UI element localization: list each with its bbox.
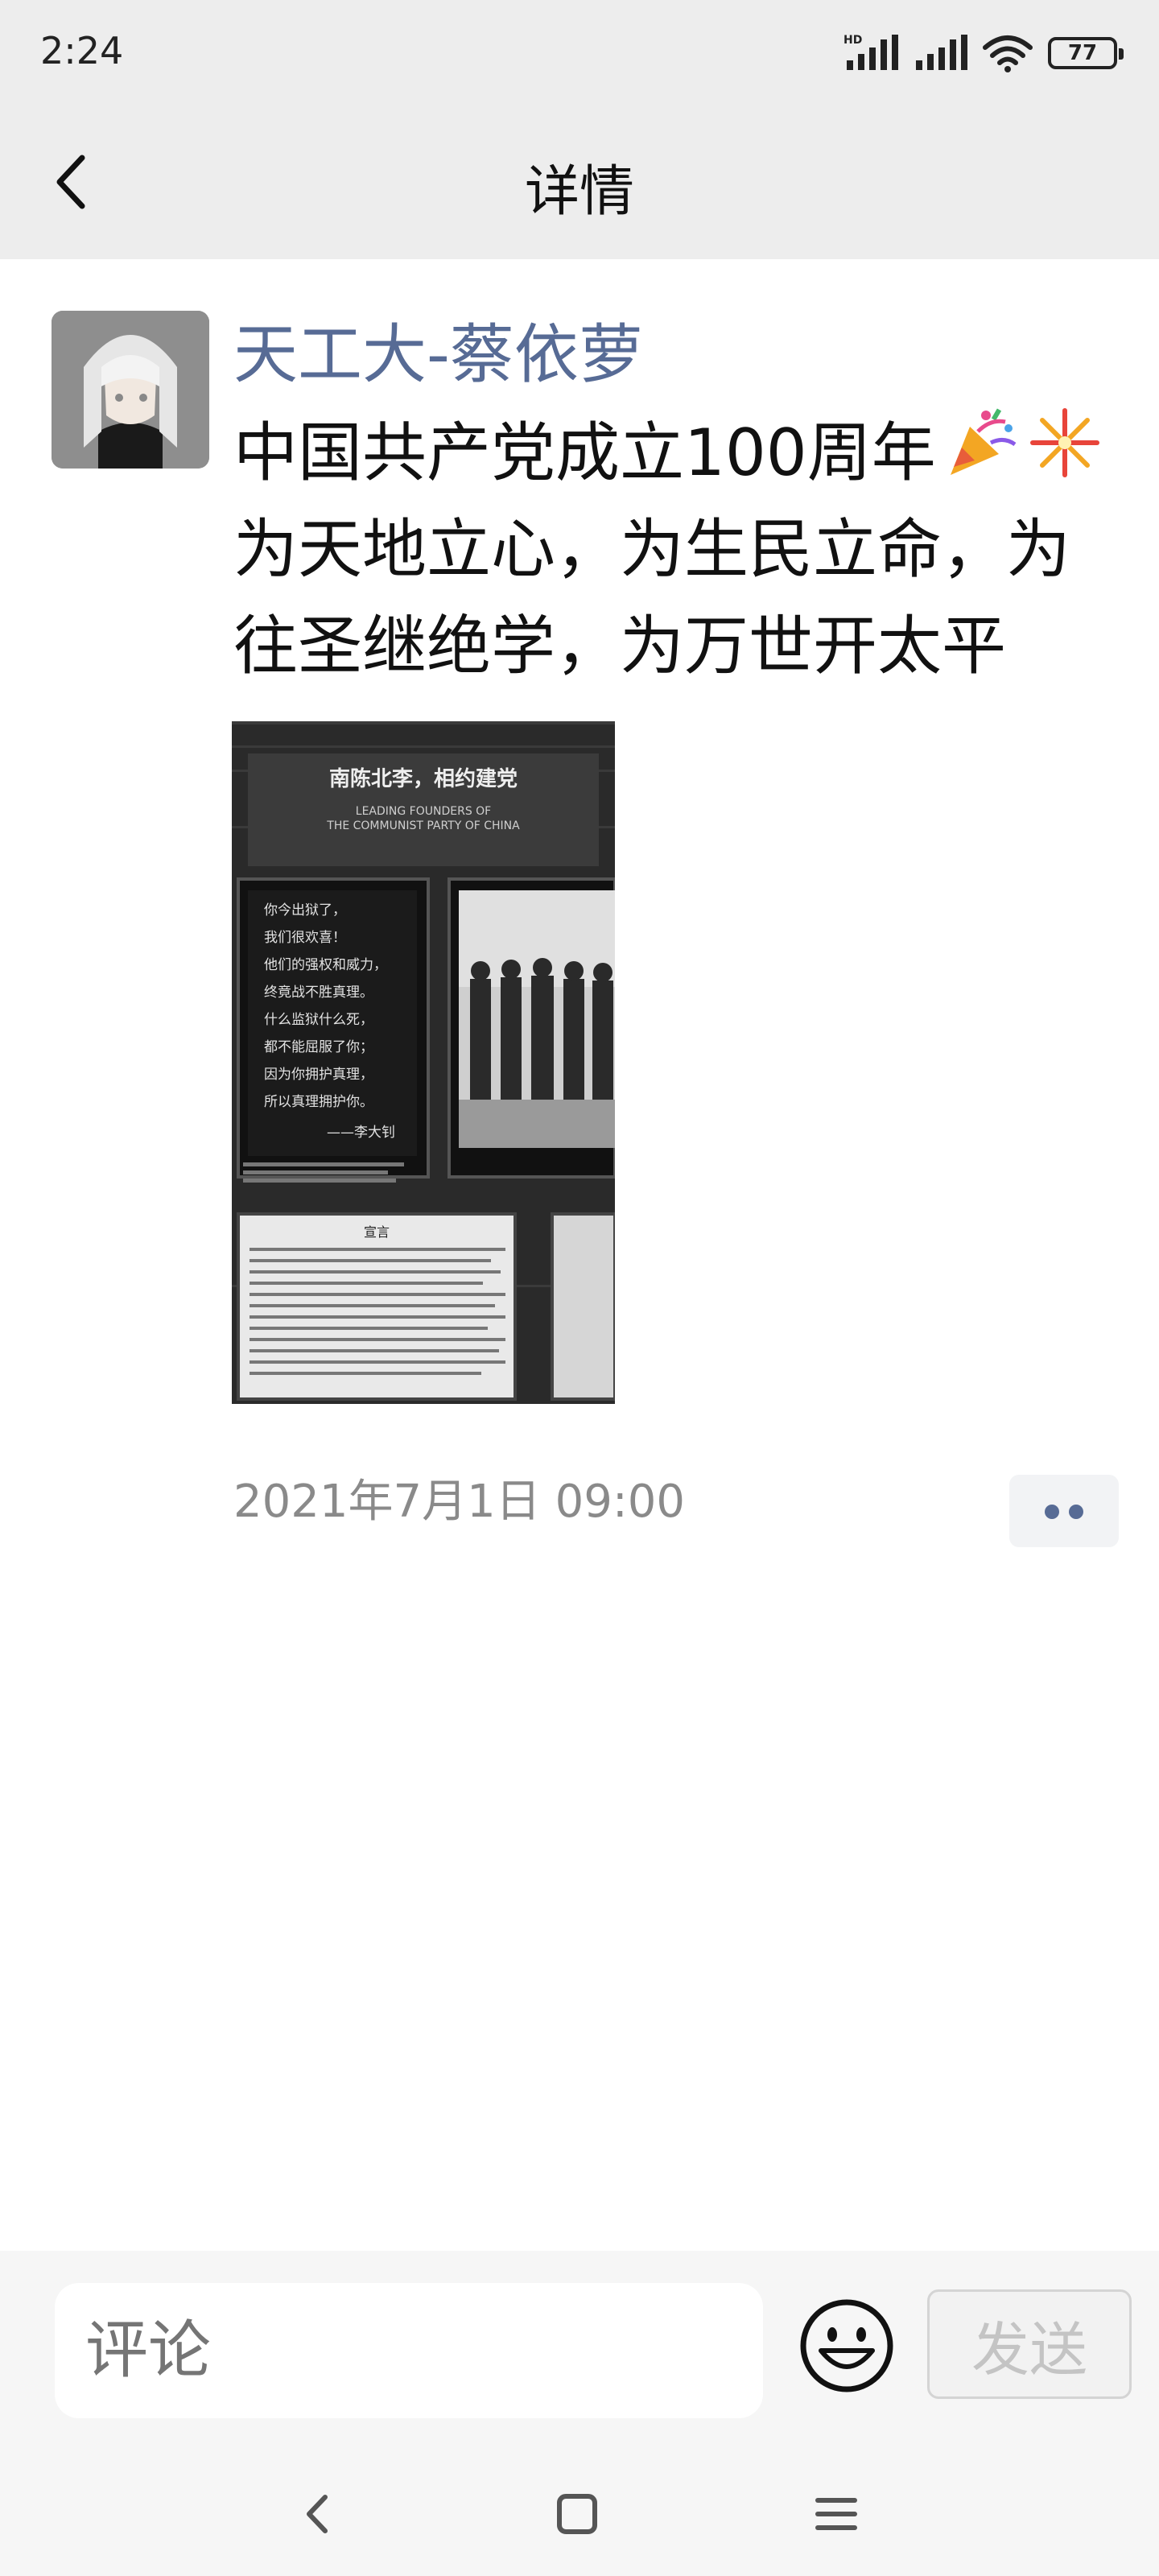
battery-indicator: 77 [1048,37,1124,69]
party-popper-icon [950,408,1017,475]
send-button[interactable]: 发送 [927,2289,1132,2399]
comment-input[interactable] [55,2283,763,2418]
svg-text:什么监狱什么死，: 什么监狱什么死， [264,1012,373,1028]
post-text-line-2: 为天地立心，为生民立命，为 [233,512,1070,587]
svg-text:我们很欢喜！: 我们很欢喜！ [264,930,346,946]
system-nav-bar [0,2447,1159,2576]
svg-text:HD: HD [843,34,862,47]
svg-text:终竟战不胜真理。: 终竟战不胜真理。 [264,985,373,1001]
menu-lines-icon [815,2498,857,2530]
system-menu-button[interactable] [808,2486,864,2542]
two-dots-icon [1045,1505,1059,1519]
avatar-image [52,311,209,469]
signal-icon [916,35,967,70]
svg-text:因为你拥护真理，: 因为你拥护真理， [264,1067,373,1083]
svg-text:都不能屈服了你；: 都不能屈服了你； [264,1039,373,1055]
exhibit-photo: 南陈北李，相约建党 LEADING FOUNDERS OF THE COMMUN… [232,721,615,1404]
post-author[interactable]: 天工大-蔡依萝 [233,311,643,399]
system-home-button[interactable] [549,2486,605,2542]
triangle-back-icon [307,2495,328,2533]
page-title: 详情 [524,160,634,224]
nav-bar: 详情 [0,105,1159,259]
emoji-button[interactable] [797,2296,897,2396]
comment-bar: 发送 [0,2251,1159,2447]
signal-hd-icon: HD [843,34,898,70]
svg-text:LEADING FOUNDERS OF: LEADING FOUNDERS OF [356,805,491,818]
svg-text:——李大钊: ——李大钊 [327,1125,395,1141]
svg-text:宣言: 宣言 [364,1224,390,1240]
status-bar: 2:24 HD 77 [0,0,1159,105]
wifi-icon [983,35,1033,72]
battery-level: 77 [1067,41,1098,65]
square-home-icon [557,2494,597,2534]
two-dots-icon [1069,1505,1083,1519]
smiley-icon [800,2299,893,2392]
post-text-line-1: 中国共产党成立100周年 [233,415,936,490]
svg-text:你今出狱了，: 你今出狱了， [264,902,346,919]
svg-text:所以真理拥护你。: 所以真理拥护你。 [264,1094,373,1110]
post-detail: 天工大-蔡依萝 中国共产党成立100周年 为天地立心，为生民立命，为 往圣继绝学… [0,259,1159,2251]
post-photo[interactable]: 南陈北李，相约建党 LEADING FOUNDERS OF THE COMMUN… [232,721,615,1404]
post-text-line-3: 往圣继绝学，为万世开太平 [233,609,1006,683]
post-text: 中国共产党成立100周年 为天地立心，为生民立命，为 往圣继绝学，为万世开太平 [233,404,1119,695]
system-back-button[interactable] [290,2486,346,2542]
status-icons: HD 77 [843,29,1124,77]
svg-text:他们的强权和威力，: 他们的强权和威力， [264,957,387,973]
avatar[interactable] [52,311,209,469]
fireworks-icon [1029,408,1099,477]
more-button[interactable] [1009,1475,1119,1547]
svg-text:THE COMMUNIST PARTY OF CHINA: THE COMMUNIST PARTY OF CHINA [326,819,520,832]
post-text-line: 中国共产党成立100周年 [233,404,1119,502]
status-time: 2:24 [40,29,124,72]
post-timestamp: 2021年7月1日 09:00 [233,1476,685,1528]
svg-text:南陈北李，相约建党: 南陈北李，相约建党 [329,766,518,791]
